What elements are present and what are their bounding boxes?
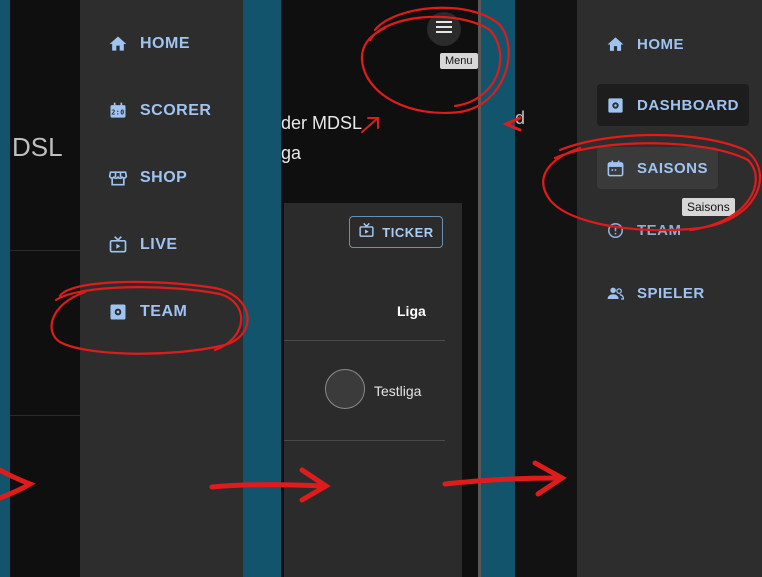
page-title-line: der MDSL <box>281 113 363 133</box>
table-divider <box>284 340 445 341</box>
home-icon <box>108 34 128 54</box>
background-title-fragment: DSL <box>12 132 63 162</box>
nav-item-label: HOME <box>140 35 190 52</box>
live-tv-icon <box>108 235 128 255</box>
nav-item-label: HOME <box>637 35 684 53</box>
league-card <box>284 203 462 577</box>
page-title: der MDSL ga <box>281 108 362 168</box>
table-divider <box>284 440 445 441</box>
scoreboard-icon: 2:0 <box>108 101 128 121</box>
nav-item-dashboard[interactable]: DASHBOARD <box>597 84 749 126</box>
nav-item-team[interactable]: TEAM <box>108 302 187 322</box>
league-avatar <box>325 369 365 409</box>
app-screenshot-team: DSL <box>10 0 243 577</box>
menu-tooltip: Menu <box>440 53 478 69</box>
players-icon <box>605 283 625 303</box>
background-content <box>10 0 80 577</box>
team-icon <box>605 220 625 240</box>
nav-item-live[interactable]: LIVE <box>108 235 178 255</box>
background-divider <box>10 250 80 251</box>
nav-item-label: SAISONS <box>637 159 709 177</box>
ticker-button[interactable]: TICKER <box>349 216 443 248</box>
app-screenshot-home: der MDSL ga <box>281 0 478 577</box>
column-header-liga: Liga <box>397 303 426 319</box>
background-text-fragment: d <box>515 108 526 128</box>
nav-item-label: SHOP <box>140 169 188 186</box>
nav-item-team[interactable]: TEAM <box>605 220 682 240</box>
nav-item-label: LIVE <box>140 236 178 253</box>
team-settings-icon <box>108 302 128 322</box>
nav-item-spieler[interactable]: SPIELER <box>605 283 705 303</box>
league-name-testliga[interactable]: Testliga <box>374 383 421 399</box>
svg-text:2:0: 2:0 <box>111 108 124 116</box>
nav-item-shop[interactable]: SHOP <box>108 168 187 188</box>
nav-item-scorer[interactable]: 2:0 SCORER <box>108 101 211 121</box>
ticker-label: TICKER <box>382 224 434 240</box>
home-icon <box>605 34 625 54</box>
nav-item-label: SPIELER <box>637 284 705 302</box>
navigation-drawer <box>80 0 243 577</box>
nav-item-home[interactable]: HOME <box>108 34 190 54</box>
nav-item-label: SCORER <box>140 102 212 119</box>
hamburger-menu-icon <box>435 19 453 40</box>
storefront-icon <box>108 168 128 188</box>
page-title-line: ga <box>281 143 302 163</box>
nav-item-label: DASHBOARD <box>637 96 739 114</box>
background-divider <box>10 415 80 416</box>
nav-item-label: TEAM <box>637 221 682 239</box>
nav-item-saisons[interactable]: SAISONS <box>597 147 719 189</box>
screenshot-separator <box>478 0 481 577</box>
nav-item-home[interactable]: HOME <box>605 34 684 54</box>
menu-button[interactable] <box>427 12 461 46</box>
saisons-tooltip: Saisons <box>682 198 735 216</box>
nav-item-label: TEAM <box>140 303 188 320</box>
calendar-icon <box>605 158 625 178</box>
dashboard-icon <box>605 95 625 115</box>
live-tv-icon <box>358 222 375 242</box>
